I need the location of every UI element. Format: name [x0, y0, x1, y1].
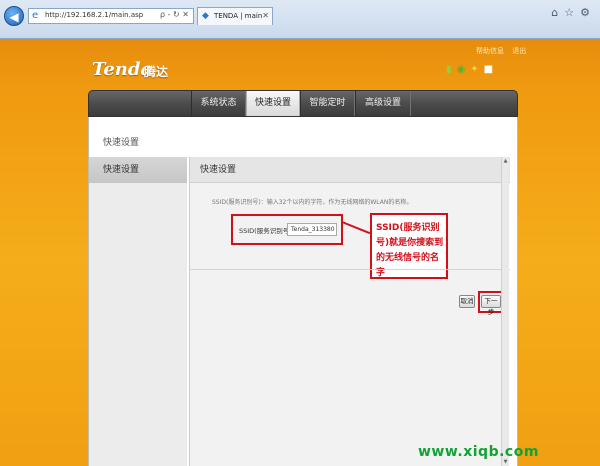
back-arrow-icon[interactable]: ◀: [4, 6, 24, 26]
tenda-logo-cn: 腾达: [144, 65, 169, 79]
address-url[interactable]: http://192.168.2.1/main.asp: [45, 11, 143, 19]
content-divider: [190, 269, 510, 270]
help-link[interactable]: 帮助信息: [476, 47, 504, 55]
sidebar: 快速设置: [89, 157, 187, 466]
wps-icon: ✦: [470, 64, 479, 75]
browser-toolbar: ◀ e http://192.168.2.1/main.asp ρ - ↻ ✕ …: [0, 0, 600, 39]
menu-advanced-settings[interactable]: 高级设置: [355, 91, 411, 116]
status-icons: ▮ ◉ ✦ ■: [446, 64, 498, 75]
sidebar-item-quick-setup[interactable]: 快速设置: [89, 157, 187, 183]
tab-close-icon[interactable]: ✕: [262, 11, 269, 20]
menu-quick-setup[interactable]: 快速设置: [246, 91, 300, 116]
browser-tab[interactable]: ◆ TENDA | main ✕: [197, 7, 273, 25]
breadcrumb: 快速设置: [103, 138, 140, 148]
signal-icon: ▮: [446, 64, 452, 75]
ssid-input[interactable]: Tenda_313380: [287, 223, 337, 236]
address-bar[interactable]: e http://192.168.2.1/main.asp ρ - ↻ ✕: [28, 8, 194, 24]
ssid-hint: SSID(服务识别号)：输入32个以内的字符，作为无线网络的WLAN的名称。: [212, 199, 413, 206]
content-area: 快速设置 SSID(服务识别号)：输入32个以内的字符，作为无线网络的WLAN的…: [189, 157, 510, 466]
watermark: www.xiqb.com: [418, 444, 539, 460]
ie-icon: e: [32, 10, 39, 21]
gear-icon[interactable]: ⚙: [580, 6, 590, 19]
ssid-label: SSID(服务识别号):: [239, 227, 294, 235]
main-panel: 快速设置 快速设置 快速设置 SSID(服务识别号)：输入32个以内的字符，作为…: [88, 117, 518, 466]
callout-text: SSID(服务识别号)就是你搜索到的无线信号的名字: [376, 223, 444, 278]
callout-connector: [341, 221, 371, 235]
menu-smart-timer[interactable]: 智能定时: [300, 91, 355, 116]
tab-title: TENDA | main: [214, 12, 263, 20]
header-links: 帮助信息 退出: [476, 46, 532, 56]
scroll-up-icon[interactable]: ▲: [502, 157, 509, 165]
home-icon[interactable]: ⌂: [551, 6, 558, 19]
content-title: 快速设置: [190, 157, 510, 183]
star-icon[interactable]: ☆: [564, 6, 574, 19]
power-icon: ■: [483, 64, 494, 75]
tab-page-icon: ◆: [202, 11, 209, 21]
menu-system-status[interactable]: 系统状态: [191, 91, 246, 116]
globe-icon: ◉: [456, 64, 466, 75]
main-menu: 系统状态 快速设置 智能定时 高级设置: [88, 90, 518, 117]
content-scrollbar[interactable]: ▲ ▼: [501, 157, 509, 466]
next-button[interactable]: 下一步: [481, 295, 501, 316]
browser-window-icons: ⌂ ☆ ⚙: [545, 6, 590, 19]
ssid-highlight-box: SSID(服务识别号): Tenda_313380: [231, 214, 343, 245]
cancel-button[interactable]: 取消: [459, 295, 475, 308]
logout-link[interactable]: 退出: [512, 47, 526, 55]
address-tools[interactable]: ρ - ↻ ✕: [160, 10, 189, 19]
